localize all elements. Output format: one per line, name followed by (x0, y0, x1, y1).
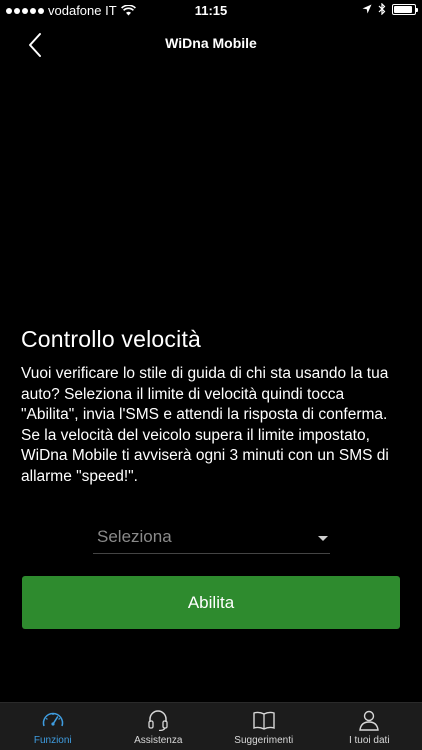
tab-bar: Funzioni Assistenza Suggerimenti I tuoi … (0, 702, 422, 750)
user-icon (356, 708, 382, 732)
select-placeholder: Seleziona (97, 527, 172, 546)
main-content: Controllo velocità Vuoi verificare lo st… (0, 304, 422, 702)
nav-title: WiDna Mobile (165, 35, 257, 51)
tab-label: Suggerimenti (234, 735, 294, 746)
book-icon (251, 708, 277, 732)
status-time: 11:15 (194, 3, 228, 18)
dial-label-80: 80 (120, 147, 175, 198)
tab-label: Assistenza (134, 735, 183, 746)
location-arrow-icon (362, 4, 372, 14)
tab-funzioni[interactable]: Funzioni (0, 703, 106, 750)
tab-assistenza[interactable]: Assistenza (106, 703, 212, 750)
speedometer-icon (40, 708, 66, 732)
dial-label-100: 100 (202, 89, 272, 142)
bluetooth-icon (378, 3, 386, 15)
feature-description: Vuoi verificare lo stile di guida di chi… (21, 365, 389, 485)
nav-bar: WiDna Mobile (0, 22, 422, 66)
tab-suggerimenti[interactable]: Suggerimenti (211, 703, 317, 750)
headset-icon (145, 708, 171, 732)
dial-label-120: 120 (311, 69, 381, 120)
enable-button[interactable]: Abilita (22, 576, 400, 629)
tab-label: I tuoi dati (348, 735, 390, 746)
status-bar: vodafone IT 11:15 (0, 0, 422, 22)
dial-label-60: 60 (85, 212, 137, 260)
status-right (362, 3, 418, 15)
chevron-down-icon (318, 536, 328, 541)
battery-icon (392, 3, 418, 15)
page-title: Controllo velocità (21, 326, 202, 352)
tab-i-tuoi-dati[interactable]: I tuoi dati (317, 703, 422, 750)
speed-limit-select[interactable]: Seleziona (93, 524, 330, 554)
tab-label: Funzioni (33, 735, 72, 746)
